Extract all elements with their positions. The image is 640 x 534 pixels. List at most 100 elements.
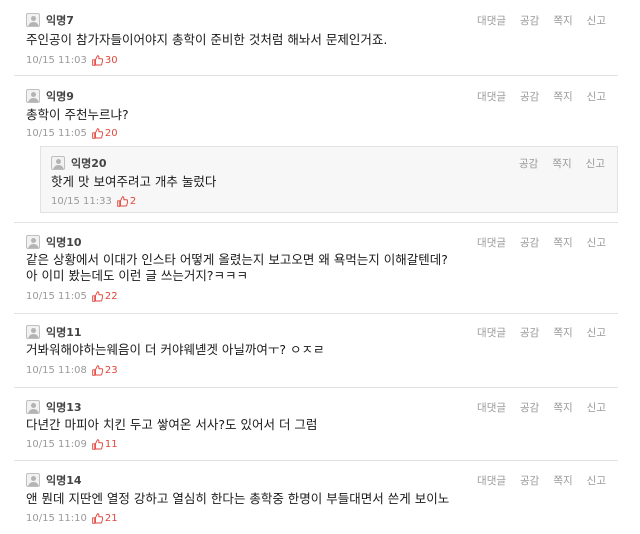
- message-button[interactable]: 쪽지: [552, 156, 571, 171]
- like-count-value: 2: [129, 195, 137, 207]
- thumbs-up-icon: [92, 290, 103, 302]
- author-name: 익명7: [46, 14, 74, 27]
- comment-actions: 대댓글 공감 쪽지 신고: [463, 324, 606, 340]
- thumbs-up-icon: [92, 438, 103, 450]
- comment-item: 익명11 대댓글 공감 쪽지 신고 거봐워해야하는웨음이 더 커야웨녣겟 아닐까…: [14, 324, 618, 388]
- comment-actions: 대댓글 공감 쪽지 신고: [463, 472, 606, 488]
- comment-item: 익명10 대댓글 공감 쪽지 신고 같은 상황에서 이대가 인스타 어떻게 올렸…: [14, 234, 618, 314]
- like-count-value: 20: [104, 127, 118, 139]
- author-name: 익명20: [71, 157, 107, 170]
- thumbs-up-icon: [117, 195, 128, 207]
- reply-button[interactable]: 대댓글: [477, 325, 506, 340]
- comment-header: 익명10: [26, 234, 82, 250]
- like-button[interactable]: 공감: [520, 235, 539, 250]
- comment-text: 같은 상황에서 이대가 인스타 어떻게 올렸는지 보고오면 왜 욕먹는지 이해갈…: [26, 252, 448, 267]
- reply-button[interactable]: 대댓글: [477, 13, 506, 28]
- like-button[interactable]: 공감: [519, 156, 538, 171]
- comment-header: 익명7: [26, 12, 74, 28]
- message-button[interactable]: 쪽지: [553, 89, 572, 104]
- comment-actions: 공감 쪽지 신고: [505, 155, 605, 171]
- comment-meta: 10/15 11:05 20: [26, 126, 118, 140]
- report-button[interactable]: 신고: [587, 325, 606, 340]
- author-name: 익명11: [46, 326, 82, 339]
- comment-item: 익명13 대댓글 공감 쪽지 신고 다년간 마피아 치킨 두고 쌓여온 서사?도…: [14, 399, 618, 461]
- thumbs-up-icon: [92, 364, 103, 376]
- comment-time: 10/15 11:08: [26, 364, 87, 376]
- comment-actions: 대댓글 공감 쪽지 신고: [463, 234, 606, 250]
- like-count-value: 22: [104, 290, 118, 302]
- thumbs-up-icon: [92, 127, 103, 139]
- message-button[interactable]: 쪽지: [553, 473, 572, 488]
- reply-button[interactable]: 대댓글: [477, 89, 506, 104]
- like-button[interactable]: 공감: [520, 89, 539, 104]
- comment-header: 익명11: [26, 324, 82, 340]
- comment-meta: 10/15 11:10 21: [26, 511, 118, 525]
- comment-item: 익명9 대댓글 공감 쪽지 신고 총학이 주천누르냐? 10/15 11:05 …: [14, 88, 618, 143]
- comment-time: 10/15 11:10: [26, 512, 87, 524]
- like-button[interactable]: 공감: [520, 400, 539, 415]
- comment-text: 거봐워해야하는웨음이 더 커야웨녣겟 아닐까여ㅜ? ㅇㅈㄹ: [26, 342, 325, 357]
- like-count: 21: [92, 513, 118, 524]
- comment-meta: 10/15 11:33 2: [51, 194, 136, 208]
- report-button[interactable]: 신고: [587, 13, 606, 28]
- avatar: [26, 400, 40, 414]
- comment-text: 핫게 맛 보여주려고 개추 눌렀다: [51, 174, 217, 189]
- author-name: 익명14: [46, 474, 82, 487]
- reply-button[interactable]: 대댓글: [477, 235, 506, 250]
- comment-text: 주인공이 참가자들이어야지 총학이 준비한 것처럼 해놔서 문제인거죠.: [26, 32, 388, 47]
- comment-time: 10/15 11:05: [26, 290, 87, 302]
- comment-time: 10/15 11:09: [26, 438, 87, 450]
- comment-header: 익명9: [26, 88, 74, 104]
- comment-meta: 10/15 11:09 11: [26, 437, 118, 451]
- reply-button[interactable]: 대댓글: [477, 400, 506, 415]
- like-button[interactable]: 공감: [520, 13, 539, 28]
- comment-time: 10/15 11:33: [51, 195, 112, 207]
- avatar: [26, 473, 40, 487]
- thumbs-up-icon: [92, 512, 103, 524]
- like-count: 30: [92, 55, 118, 66]
- message-button[interactable]: 쪽지: [553, 325, 572, 340]
- comment-header: 익명20: [51, 155, 107, 171]
- author-name: 익명13: [46, 401, 82, 414]
- like-count-value: 30: [104, 54, 118, 66]
- comment-actions: 대댓글 공감 쪽지 신고: [463, 12, 606, 28]
- comment-actions: 대댓글 공감 쪽지 신고: [463, 399, 606, 415]
- report-button[interactable]: 신고: [587, 473, 606, 488]
- report-button[interactable]: 신고: [586, 156, 605, 171]
- reply-button[interactable]: 대댓글: [477, 473, 506, 488]
- report-button[interactable]: 신고: [587, 89, 606, 104]
- like-count: 11: [92, 439, 118, 450]
- comment-text: 총학이 주천누르냐?: [26, 107, 129, 122]
- comment-actions: 대댓글 공감 쪽지 신고: [463, 88, 606, 104]
- reply-item: 익명20 공감 쪽지 신고 핫게 맛 보여주려고 개추 눌렀다 10/15 11…: [40, 146, 618, 213]
- comment-meta: 10/15 11:08 23: [26, 363, 118, 377]
- comment-meta: 10/15 11:05 22: [26, 289, 118, 303]
- comment-time: 10/15 11:05: [26, 127, 87, 139]
- comment-time: 10/15 11:03: [26, 54, 87, 66]
- like-button[interactable]: 공감: [520, 325, 539, 340]
- comment-text: 다년간 마피아 치킨 두고 쌓여온 서사?도 있어서 더 그럼: [26, 417, 318, 432]
- like-count: 2: [117, 196, 136, 207]
- message-button[interactable]: 쪽지: [553, 235, 572, 250]
- comment-meta: 10/15 11:03 30: [26, 53, 118, 67]
- comment-header: 익명13: [26, 399, 82, 415]
- like-count: 23: [92, 365, 118, 376]
- comment-header: 익명14: [26, 472, 82, 488]
- message-button[interactable]: 쪽지: [553, 13, 572, 28]
- like-count-value: 23: [104, 364, 118, 376]
- avatar: [26, 89, 40, 103]
- avatar: [26, 13, 40, 27]
- like-count: 20: [92, 128, 118, 139]
- message-button[interactable]: 쪽지: [553, 400, 572, 415]
- author-name: 익명10: [46, 236, 82, 249]
- comment-item: 익명14 대댓글 공감 쪽지 신고 앤 뭔데 지딴엔 열정 강하고 열심히 한다…: [14, 472, 618, 534]
- divider: [14, 222, 618, 223]
- comment-item: 익명7 대댓글 공감 쪽지 신고 주인공이 참가자들이어야지 총학이 준비한 것…: [14, 12, 618, 76]
- report-button[interactable]: 신고: [587, 235, 606, 250]
- avatar: [51, 156, 65, 170]
- like-button[interactable]: 공감: [520, 473, 539, 488]
- report-button[interactable]: 신고: [587, 400, 606, 415]
- avatar: [26, 325, 40, 339]
- author-name: 익명9: [46, 90, 74, 103]
- thumbs-up-icon: [92, 54, 103, 66]
